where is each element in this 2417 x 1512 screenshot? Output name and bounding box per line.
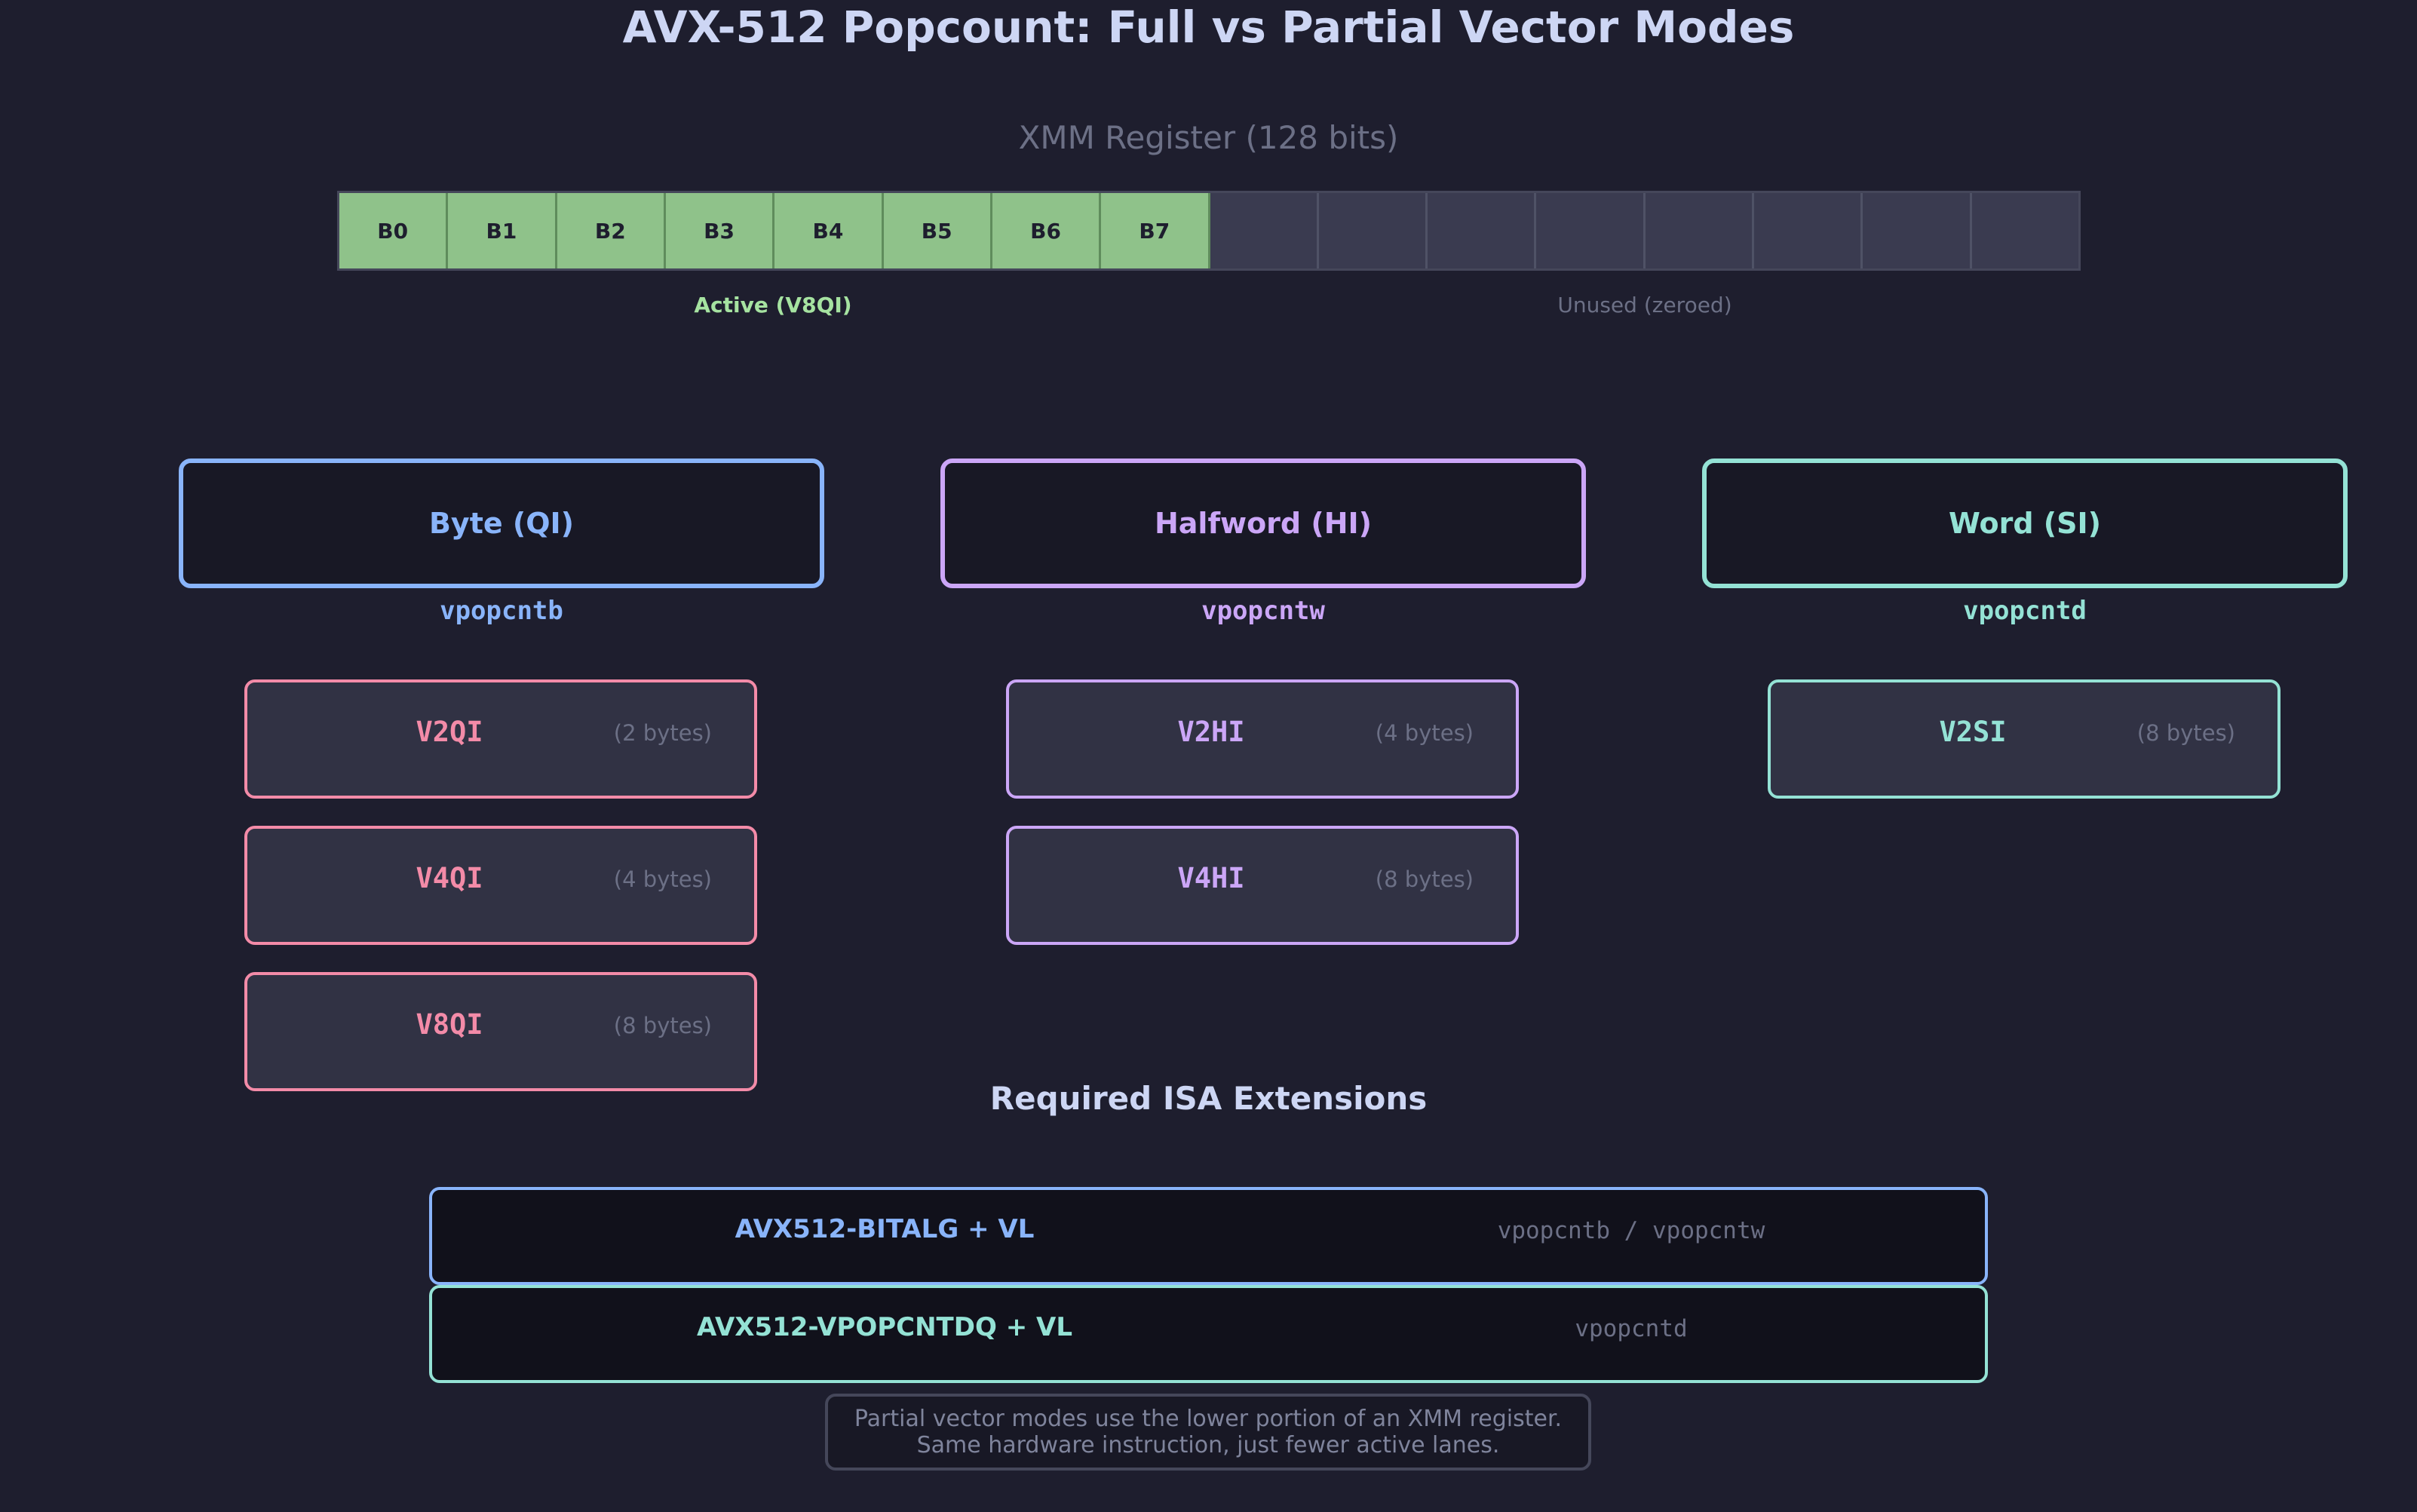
mode-name: V2QI <box>416 716 483 748</box>
mode-v2qi-box: V2QI (2 bytes) <box>244 679 757 799</box>
category-byte-label: Byte (QI) <box>428 507 575 540</box>
xmm-register: B0 B1 B2 B3 B4 B5 B6 B7 <box>337 191 2081 271</box>
footnote-line-2: Same hardware instruction, just fewer ac… <box>916 1432 1500 1458</box>
isa-extension-name: AVX512-VPOPCNTDQ + VL <box>696 1312 1073 1342</box>
mode-name: V4HI <box>1177 862 1245 894</box>
unused-lanes-label: Unused (zeroed) <box>1557 293 1732 317</box>
mode-v4hi-box: V4HI (8 bytes) <box>1006 826 1519 945</box>
isa-section-title: Required ISA Extensions <box>989 1080 1428 1117</box>
category-word-label: Word (SI) <box>1948 507 2102 540</box>
mode-name: V8QI <box>416 1008 483 1041</box>
lane-unused <box>1536 193 1646 268</box>
isa-vpopcntdq-box: AVX512-VPOPCNTDQ + VL vpopcntd <box>429 1285 1988 1383</box>
lane-b4: B4 <box>774 193 884 268</box>
mode-name: V2HI <box>1177 716 1245 748</box>
lane-unused <box>1754 193 1863 268</box>
lane-b0: B0 <box>339 193 449 268</box>
register-title: XMM Register (128 bits) <box>1018 119 1399 156</box>
lane-b2: B2 <box>557 193 666 268</box>
mode-v2hi-box: V2HI (4 bytes) <box>1006 679 1519 799</box>
active-lanes-label: Active (V8QI) <box>694 293 852 317</box>
lane-unused <box>1428 193 1537 268</box>
isa-extension-instructions: vpopcntb / vpopcntw <box>1497 1217 1765 1244</box>
footnote-line-1: Partial vector modes use the lower porti… <box>854 1406 1563 1432</box>
isa-extension-instructions: vpopcntd <box>1575 1315 1688 1342</box>
mode-size: (2 bytes) <box>613 720 712 746</box>
isa-extension-name: AVX512-BITALG + VL <box>735 1214 1035 1244</box>
category-halfword-box: Halfword (HI) <box>940 459 1586 588</box>
category-byte-box: Byte (QI) <box>179 459 824 588</box>
lane-b5: B5 <box>883 193 992 268</box>
category-word-box: Word (SI) <box>1702 459 2348 588</box>
mode-name: V4QI <box>416 862 483 894</box>
lane-unused <box>1318 193 1428 268</box>
diagram-title: AVX-512 Popcount: Full vs Partial Vector… <box>622 2 1795 53</box>
mode-v8qi-box: V8QI (8 bytes) <box>244 972 757 1091</box>
lane-unused <box>1210 193 1319 268</box>
category-halfword-label: Halfword (HI) <box>1154 507 1373 540</box>
mode-size: (8 bytes) <box>1375 866 1474 892</box>
footnote-box: Partial vector modes use the lower porti… <box>825 1394 1591 1471</box>
isa-bitalg-box: AVX512-BITALG + VL vpopcntb / vpopcntw <box>429 1187 1988 1285</box>
lane-unused <box>1645 193 1755 268</box>
mode-size: (4 bytes) <box>613 866 712 892</box>
lane-b7: B7 <box>1101 193 1210 268</box>
lane-unused <box>1971 193 2078 268</box>
category-byte-instruction: vpopcntb <box>440 596 563 626</box>
mode-v4qi-box: V4QI (4 bytes) <box>244 826 757 945</box>
category-word-instruction: vpopcntd <box>1963 596 2087 626</box>
mode-v2si-box: V2SI (8 bytes) <box>1768 679 2281 799</box>
lane-b3: B3 <box>665 193 775 268</box>
mode-size: (4 bytes) <box>1375 720 1474 746</box>
mode-size: (8 bytes) <box>613 1013 712 1038</box>
lane-b1: B1 <box>448 193 557 268</box>
lane-b6: B6 <box>992 193 1102 268</box>
mode-name: V2SI <box>1939 716 2007 748</box>
category-halfword-instruction: vpopcntw <box>1201 596 1325 626</box>
mode-size: (8 bytes) <box>2136 720 2235 746</box>
lane-unused <box>1863 193 1972 268</box>
